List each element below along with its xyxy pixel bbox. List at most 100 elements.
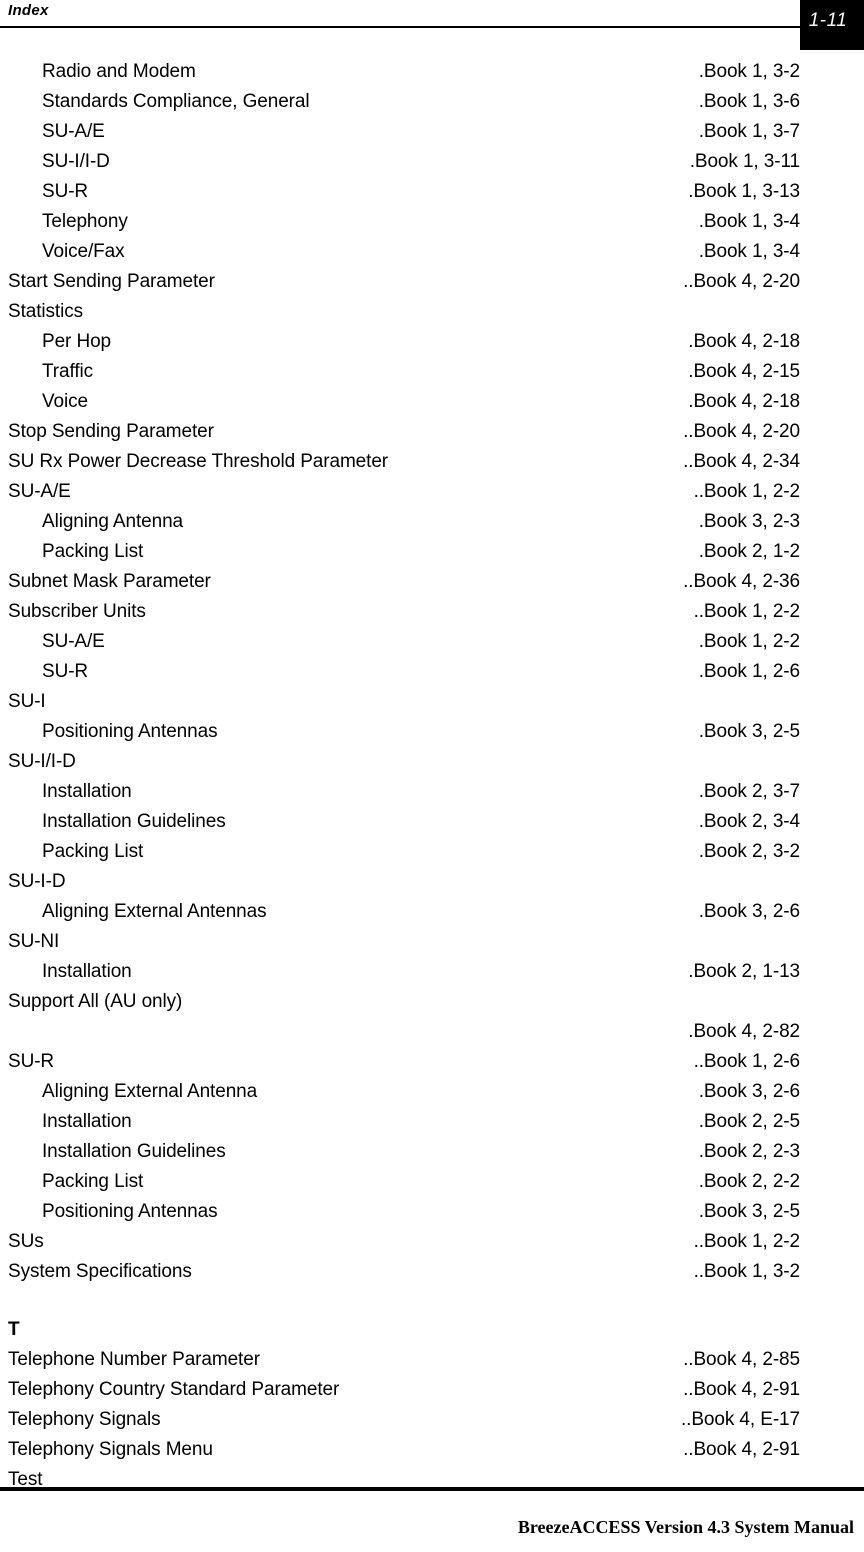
index-entry[interactable]: Telephony Country Standard Parameter ..Bo… xyxy=(0,1375,864,1405)
index-entry-label: SU-A/E xyxy=(8,481,71,502)
index-entry-page-reference: .Book 2, 3-4 xyxy=(698,811,800,832)
header-title: Index xyxy=(8,2,49,19)
index-entry[interactable]: Start Sending Parameter ..Book 4, 2-20 xyxy=(0,267,864,297)
index-entry[interactable]: SU-A/E .Book 1, 3-7 xyxy=(0,117,864,147)
index-entry[interactable]: SU-I/I-D xyxy=(0,747,864,777)
index-entry[interactable]: SU-I xyxy=(0,687,864,717)
index-entry-label: Traffic xyxy=(42,361,94,382)
page-number-badge: 1-11 xyxy=(800,0,864,50)
index-entry[interactable]: SU Rx Power Decrease Threshold Parameter… xyxy=(0,447,864,477)
index-entry[interactable]: Installation .Book 2, 3-7 xyxy=(0,777,864,807)
index-entry-page-reference: ..Book 4, 2-36 xyxy=(683,571,800,592)
index-entry[interactable]: Aligning External Antennas .Book 3, 2-6 xyxy=(0,897,864,927)
index-entry[interactable]: Positioning Antennas .Book 3, 2-5 xyxy=(0,717,864,747)
index-entry-label: Installation Guidelines xyxy=(42,811,226,832)
index-entry-page-reference: ..Book 1, 3-2 xyxy=(693,1261,801,1282)
index-entry-page-reference: .Book 1, 3-7 xyxy=(698,121,800,142)
index-entry[interactable]: Telephone Number Parameter ..Book 4, 2-85 xyxy=(0,1345,864,1375)
index-entry-label: SU-R xyxy=(42,181,89,202)
index-entry[interactable]: Stop Sending Parameter ..Book 4, 2-20 xyxy=(0,417,864,447)
index-entry-label: Voice xyxy=(42,391,88,412)
index-entry[interactable]: Aligning Antenna .Book 3, 2-3 xyxy=(0,507,864,537)
index-entry[interactable]: Statistics xyxy=(0,297,864,327)
index-entry[interactable]: Installation .Book 2, 2-5 xyxy=(0,1107,864,1137)
index-entry[interactable]: Subnet Mask Parameter ..Book 4, 2-36 xyxy=(0,567,864,597)
index-entry-page-reference: .Book 3, 2-6 xyxy=(698,901,800,922)
index-entry[interactable]: Radio and Modem .Book 1, 3-2 xyxy=(0,57,864,87)
index-entry[interactable]: SU-A/E .Book 1, 2-2 xyxy=(0,627,864,657)
index-entry-label: System Specifications xyxy=(8,1261,192,1282)
index-entry-label: SU-A/E xyxy=(42,631,105,652)
index-entry-label: Start Sending Parameter xyxy=(8,271,215,292)
index-entry[interactable]: Telephony Signals ..Book 4, E-17 xyxy=(0,1405,864,1435)
index-entry-label: SU-A/E xyxy=(42,121,105,142)
index-entry-label: SU-R xyxy=(8,1051,55,1072)
index-entry[interactable]: Packing List .Book 2, 3-2 xyxy=(0,837,864,867)
index-entry-page-reference: .Book 3, 2-6 xyxy=(698,1081,800,1102)
index-entry[interactable]: Subscriber Units ..Book 1, 2-2 xyxy=(0,597,864,627)
index-entry-label: Telephony Country Standard Parameter xyxy=(8,1379,340,1400)
index-entry-label: Installation Guidelines xyxy=(42,1141,226,1162)
index-entry-label: Installation xyxy=(42,961,132,982)
index-entry[interactable]: SU-R .Book 1, 3-13 xyxy=(0,177,864,207)
index-entry-page-reference: .Book 4, 2-15 xyxy=(688,361,800,382)
section-heading-letter: T xyxy=(8,1319,20,1340)
index-entry[interactable]: Voice/Fax .Book 1, 3-4 xyxy=(0,237,864,267)
index-entry-list: Radio and Modem .Book 1, 3-2 Standards Com… xyxy=(0,57,864,1495)
index-entry-page-reference: ..Book 4, 2-91 xyxy=(683,1439,800,1460)
index-entry[interactable]: SU-I-D xyxy=(0,867,864,897)
index-entry[interactable]: Voice .Book 4, 2-18 xyxy=(0,387,864,417)
index-entry-label: Telephony Signals xyxy=(8,1409,161,1430)
header-divider-rule xyxy=(0,26,802,28)
index-entry-page-reference: ..Book 4, 2-85 xyxy=(683,1349,800,1370)
index-entry[interactable]: SU-R ..Book 1, 2-6 xyxy=(0,1047,864,1077)
index-entry-label: Support All (AU only) xyxy=(8,991,183,1012)
index-entry[interactable]: SU-I/I-D .Book 1, 3-11 xyxy=(0,147,864,177)
index-entry-page-reference: .Book 2, 3-7 xyxy=(698,781,800,802)
index-entry-label: Packing List xyxy=(42,1171,144,1192)
index-entry-label: Stop Sending Parameter xyxy=(8,421,214,442)
index-entry[interactable]: Support All (AU only) xyxy=(0,987,864,1017)
index-entry-page-reference: .Book 1, 3-13 xyxy=(688,181,800,202)
index-entry[interactable]: Aligning External Antenna .Book 3, 2-6 xyxy=(0,1077,864,1107)
index-entry-page-reference: ..Book 4, 2-20 xyxy=(683,421,800,442)
index-entry[interactable]: System Specifications ..Book 1, 3-2 xyxy=(0,1257,864,1287)
index-entry[interactable]: Telephony Signals Menu ..Book 4, 2-91 xyxy=(0,1435,864,1465)
index-entry-page-reference: ..Book 1, 2-2 xyxy=(693,1231,801,1252)
index-entry[interactable]: Telephony .Book 1, 3-4 xyxy=(0,207,864,237)
index-entry[interactable]: Installation Guidelines .Book 2, 2-3 xyxy=(0,1137,864,1167)
index-entry[interactable]: Positioning Antennas .Book 3, 2-5 xyxy=(0,1197,864,1227)
index-entry[interactable]: Packing List .Book 2, 1-2 xyxy=(0,537,864,567)
index-entry[interactable]: Packing List .Book 2, 2-2 xyxy=(0,1167,864,1197)
index-entry-page-reference: .Book 1, 2-6 xyxy=(698,661,800,682)
index-entry-page-reference: .Book 2, 1-13 xyxy=(688,961,800,982)
footer-manual-title: BreezeACCESS Version 4.3 System Manual xyxy=(517,1517,854,1537)
index-entry[interactable]: Installation Guidelines .Book 2, 3-4 xyxy=(0,807,864,837)
index-entry-label: SU-I xyxy=(8,691,46,712)
index-entry-page-reference: ..Book 4, E-17 xyxy=(680,1409,800,1430)
index-section-heading-t: T xyxy=(0,1315,864,1345)
index-entry-page-reference: .Book 3, 2-5 xyxy=(698,1201,800,1222)
index-entry[interactable]: .Book 4, 2-82 xyxy=(0,1017,864,1047)
index-entry[interactable]: Traffic .Book 4, 2-15 xyxy=(0,357,864,387)
index-entry-page-reference: .Book 1, 3-2 xyxy=(698,61,800,82)
index-entry[interactable]: Per Hop .Book 4, 2-18 xyxy=(0,327,864,357)
index-entry-label: Packing List xyxy=(42,841,144,862)
page-header: Index 1-11 xyxy=(0,0,864,52)
index-entry-page-reference: .Book 4, 2-82 xyxy=(688,1021,800,1042)
index-entry-page-reference: ..Book 1, 2-2 xyxy=(693,481,801,502)
index-entry[interactable]: Installation .Book 2, 1-13 xyxy=(0,957,864,987)
index-entry-label: SU-I/I-D xyxy=(42,151,110,172)
index-entry-label: SU-I-D xyxy=(8,871,66,892)
index-entry-page-reference: ..Book 4, 2-20 xyxy=(683,271,800,292)
index-entry[interactable]: Standards Compliance, General .Book 1, 3-… xyxy=(0,87,864,117)
index-entry-page-reference: .Book 2, 2-2 xyxy=(698,1171,800,1192)
index-entry-page-reference: ..Book 4, 2-91 xyxy=(683,1379,800,1400)
index-entry[interactable]: SU-A/E ..Book 1, 2-2 xyxy=(0,477,864,507)
index-entry[interactable]: SUs ..Book 1, 2-2 xyxy=(0,1227,864,1257)
index-entry[interactable]: SU-R .Book 1, 2-6 xyxy=(0,657,864,687)
index-entry-page-reference: .Book 4, 2-18 xyxy=(688,331,800,352)
index-entry-label: Subnet Mask Parameter xyxy=(8,571,211,592)
index-entry[interactable]: SU-NI xyxy=(0,927,864,957)
index-entry-page-reference: .Book 1, 2-2 xyxy=(698,631,800,652)
